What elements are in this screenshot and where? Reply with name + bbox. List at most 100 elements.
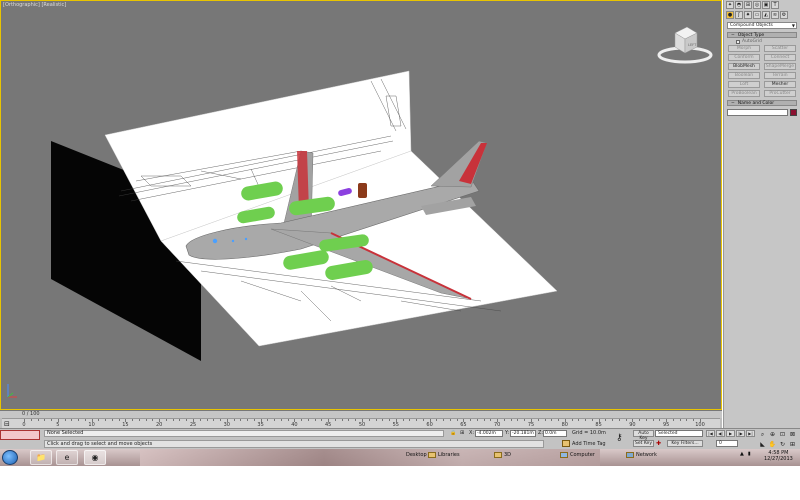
libraries-link[interactable]: Libraries xyxy=(428,452,460,458)
key-filters-button[interactable]: Key Filters... xyxy=(667,440,703,447)
scene-3d[interactable] xyxy=(1,1,722,410)
category-value: Compound Objects xyxy=(730,23,773,28)
key-icon[interactable]: ⚷ xyxy=(616,433,623,443)
field-of-view-icon[interactable]: ◣ xyxy=(758,440,767,449)
absolute-mode-icon[interactable]: ⊞ xyxy=(460,430,464,436)
terrain-button[interactable]: Terrain xyxy=(764,72,796,79)
name-color-rollout[interactable]: − Name and Color xyxy=(727,100,797,106)
grid-readout: Grid = 10.0m xyxy=(572,430,606,436)
3dsmax-app-icon[interactable]: ◉ xyxy=(84,450,106,465)
go-to-end-icon[interactable]: ▶| xyxy=(746,430,755,437)
modify-icon[interactable]: ◓ xyxy=(735,1,743,9)
selection-set-dropdown[interactable]: Selected xyxy=(655,430,703,437)
lights-icon[interactable]: ✷ xyxy=(744,11,752,19)
timeline: 0 / 100 ⊟ 0 5 10 15 20 25 30 35 40 45 50 55 60 65 70 75… xyxy=(0,410,722,429)
playback-controls: |◀ ◀| ▶ |▶ ▶| xyxy=(706,430,755,437)
loft-button[interactable]: Loft xyxy=(728,81,760,88)
geometry-icon[interactable]: ● xyxy=(726,11,734,19)
computer-link[interactable]: Computer xyxy=(560,452,595,458)
object-color-swatch[interactable] xyxy=(790,109,797,116)
start-button[interactable] xyxy=(2,450,18,465)
timeline-minor-tick xyxy=(301,419,303,421)
shapemerge-button[interactable]: ShapeMerge xyxy=(764,63,796,70)
x-coordinate-field[interactable]: -4.002m xyxy=(475,430,503,437)
zoom-icon[interactable]: ⌕ xyxy=(758,430,767,439)
z-coordinate-field[interactable]: 0.0m xyxy=(543,430,567,437)
cameras-icon[interactable]: ▭ xyxy=(753,11,761,19)
current-frame-field[interactable]: 0 xyxy=(716,440,738,447)
hierarchy-icon[interactable]: ⊞ xyxy=(744,1,752,9)
timeline-minor-tick xyxy=(389,419,391,421)
timeline-minor-tick xyxy=(240,419,242,421)
axis-tripod xyxy=(7,384,17,398)
set-key-button[interactable]: Set Key xyxy=(633,440,654,447)
zoom-extents-icon[interactable]: ⊡ xyxy=(778,430,787,439)
system-tray: ▲ ▮ xyxy=(740,451,751,457)
pan-icon[interactable]: ✋ xyxy=(768,440,777,449)
connect-button[interactable]: Connect xyxy=(764,54,796,61)
display-icon[interactable]: ▣ xyxy=(762,1,770,9)
zoom-extents-all-icon[interactable]: ⊠ xyxy=(788,430,797,439)
brown-cylinder[interactable] xyxy=(358,183,367,198)
timeline-minor-tick xyxy=(510,419,512,421)
go-to-start-icon[interactable]: |◀ xyxy=(706,430,715,437)
systems-icon[interactable]: ⚙ xyxy=(780,11,788,19)
shapes-icon[interactable]: ʃ xyxy=(735,11,743,19)
timeline-minor-tick xyxy=(165,419,167,421)
helpers-icon[interactable]: ◭ xyxy=(762,11,770,19)
timeline-minor-tick xyxy=(483,419,485,421)
category-dropdown[interactable]: Compound Objects ▼ xyxy=(727,22,797,29)
network-link[interactable]: Network xyxy=(626,452,657,458)
timeline-minor-tick xyxy=(267,419,269,421)
auto-key-button[interactable]: Auto Key xyxy=(633,430,654,441)
time-slider-label[interactable]: 0 / 100 xyxy=(22,411,40,417)
morph-button[interactable]: Morph xyxy=(728,45,760,52)
procutter-button[interactable]: ProCutter xyxy=(764,90,796,97)
explorer-app-icon[interactable]: 📁 xyxy=(30,450,52,465)
conform-button[interactable]: Conform xyxy=(728,54,760,61)
create-icon[interactable]: ✦ xyxy=(726,1,734,9)
mini-curve-editor-icon[interactable]: ⊟ xyxy=(4,420,10,428)
viewcube[interactable]: LEFT xyxy=(657,19,713,65)
maximize-viewport-icon[interactable]: ⊞ xyxy=(788,440,797,449)
browser-app-icon[interactable]: e xyxy=(56,450,78,465)
selection-status: None Selected xyxy=(44,430,444,437)
scatter-button[interactable]: Scatter xyxy=(764,45,796,52)
time-slider[interactable]: 0 / 100 xyxy=(0,411,722,418)
desktop-link[interactable]: Desktop xyxy=(406,452,427,458)
orbit-icon[interactable]: ↻ xyxy=(778,440,787,449)
proboolean-button[interactable]: ProBoolean xyxy=(728,90,760,97)
checkbox-icon[interactable] xyxy=(736,39,740,44)
name-color-title: Name and Color xyxy=(737,101,775,106)
spacewarps-icon[interactable]: ≋ xyxy=(771,11,779,19)
lock-icon[interactable]: 🔒 xyxy=(450,430,456,436)
play-icon[interactable]: ▶ xyxy=(726,430,735,437)
autogrid-checkbox[interactable]: AutoGrid xyxy=(736,39,788,44)
timeline-minor-tick xyxy=(220,419,222,421)
object-name-input[interactable] xyxy=(727,109,788,116)
perspective-viewport[interactable]: [Orthographic] [Realistic] LEFT xyxy=(0,0,722,410)
timeline-minor-tick xyxy=(78,419,80,421)
mesher-button[interactable]: Mesher xyxy=(764,81,796,88)
object-type-rollout[interactable]: − Object Type xyxy=(727,32,797,38)
boolean-button[interactable]: Boolean xyxy=(728,72,760,79)
maxscript-listener[interactable] xyxy=(0,430,40,440)
timeline-minor-tick xyxy=(314,419,316,421)
command-panel-tabs: ✦ ◓ ⊞ ◎ ▣ T xyxy=(724,0,800,10)
clock[interactable]: 4:58 PM 12/27/2013 xyxy=(764,450,793,462)
tray-arrow-icon[interactable]: ▲ xyxy=(740,451,744,457)
utilities-icon[interactable]: T xyxy=(771,1,779,9)
minus-icon: − xyxy=(731,101,735,106)
motion-icon[interactable]: ◎ xyxy=(753,1,761,9)
timeline-minor-tick xyxy=(71,419,73,421)
previous-frame-icon[interactable]: ◀| xyxy=(716,430,725,437)
timeline-minor-tick xyxy=(639,419,641,421)
3d-link[interactable]: 3D xyxy=(494,452,511,458)
next-frame-icon[interactable]: |▶ xyxy=(736,430,745,437)
blobmesh-button[interactable]: BlobMesh xyxy=(728,63,760,70)
timeline-minor-tick xyxy=(105,419,107,421)
zoom-all-icon[interactable]: ⊕ xyxy=(768,430,777,439)
network-status-icon[interactable]: ▮ xyxy=(748,451,751,457)
y-coordinate-field[interactable]: -20.181m xyxy=(510,430,536,437)
add-time-tag[interactable]: Add Time Tag xyxy=(562,440,606,447)
